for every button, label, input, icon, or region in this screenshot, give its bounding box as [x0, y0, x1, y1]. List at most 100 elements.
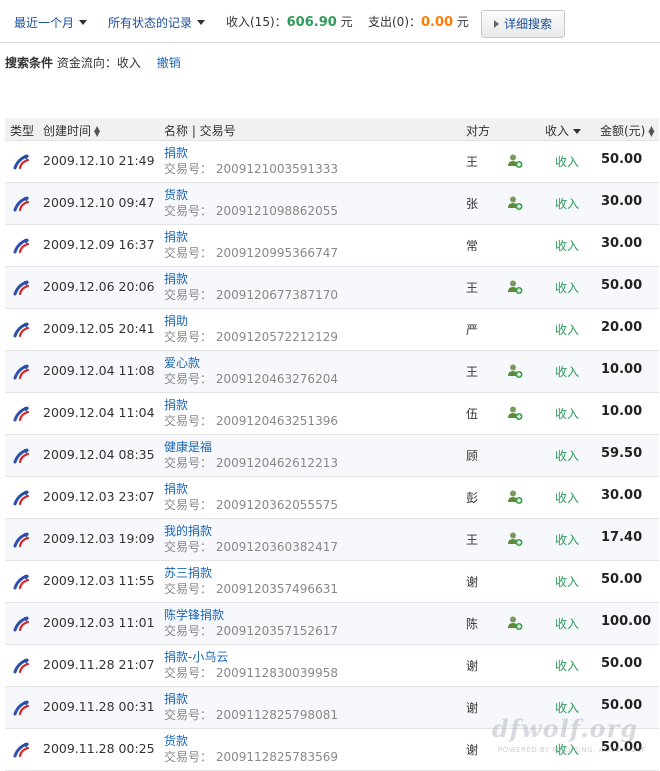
income-type-link[interactable]: 收入 [555, 237, 579, 254]
income-type-link[interactable]: 收入 [555, 447, 579, 464]
add-contact-icon[interactable] [507, 363, 523, 379]
transaction-number: 交易号： 2009120677387170 [164, 288, 338, 302]
add-contact-icon[interactable] [507, 405, 523, 421]
created-time: 2009.12.09 16:37 [43, 237, 155, 252]
amount-value: 50.00 [601, 278, 643, 293]
table-row: 2009.12.09 16:37 捐款 交易号： 2009120995366747 常… [5, 225, 659, 267]
header-income-label: 收入 [545, 124, 570, 138]
watermark: dfwolf.org [491, 714, 638, 743]
amount-value: 50.00 [601, 152, 643, 167]
counterparty-name: 王 [466, 365, 479, 379]
income-type-link[interactable]: 收入 [555, 405, 579, 422]
transaction-name-link[interactable]: 捐助 [164, 314, 338, 329]
alipay-transfer-icon [12, 363, 32, 381]
transaction-name-link[interactable]: 捐款 [164, 146, 338, 161]
created-time: 2009.11.28 21:07 [43, 657, 155, 672]
transaction-name-link[interactable]: 货款 [164, 188, 338, 203]
conditions-flow: 资金流向：收入 [56, 56, 141, 70]
transaction-name-link[interactable]: 捐款 [164, 272, 338, 287]
name-cell: 苏三捐款 交易号： 2009120357496631 [164, 566, 338, 597]
income-type-link[interactable]: 收入 [555, 615, 579, 632]
amount-value: 10.00 [601, 362, 643, 377]
income-type-link[interactable]: 收入 [555, 657, 579, 674]
created-time: 2009.12.06 20:06 [43, 279, 155, 294]
transaction-number: 交易号： 2009112825783569 [164, 750, 338, 764]
add-contact-icon[interactable] [507, 615, 523, 631]
add-contact-icon[interactable] [507, 531, 523, 547]
income-type-link[interactable]: 收入 [555, 279, 579, 296]
table-row: 2009.12.04 08:35 健康是福 交易号： 200912046261221… [5, 435, 659, 477]
transaction-list: 2009.12.10 21:49 捐款 交易号： 2009121003591333 王… [5, 141, 659, 771]
add-contact-icon[interactable] [507, 195, 523, 211]
transaction-name-link[interactable]: 陈学锋捐款 [164, 608, 338, 623]
transaction-name-link[interactable]: 货款 [164, 734, 338, 749]
header-created[interactable]: 创建时间 ▲ ▼ [43, 122, 100, 139]
header-amount-label: 金额(元) [600, 124, 646, 138]
table-row: 2009.12.03 19:09 我的捐款 交易号： 200912036038241… [5, 519, 659, 561]
period-label: 最近一个月 [14, 16, 75, 30]
table-row: 2009.12.06 20:06 捐款 交易号： 2009120677387170 王… [5, 267, 659, 309]
header-amount[interactable]: 金额(元) ▲ ▼ [600, 122, 655, 139]
income-label: 收入(15)： [226, 15, 287, 29]
counterparty-name: 顾 [466, 449, 479, 463]
add-contact-icon[interactable] [507, 489, 523, 505]
alipay-transfer-icon [12, 237, 32, 255]
income-type-link[interactable]: 收入 [555, 195, 579, 212]
transaction-name-link[interactable]: 我的捐款 [164, 524, 338, 539]
counterparty-name: 谢 [466, 659, 479, 673]
counterparty-name: 谢 [466, 701, 479, 715]
alipay-transfer-icon [12, 489, 32, 507]
transaction-name-link[interactable]: 爱心款 [164, 356, 338, 371]
name-cell: 捐款 交易号： 2009120995366747 [164, 230, 338, 261]
transaction-name-link[interactable]: 捐款 [164, 398, 338, 413]
counterparty-name: 常 [466, 239, 479, 253]
created-time: 2009.12.10 09:47 [43, 195, 155, 210]
table-row: 2009.12.10 21:49 捐款 交易号： 2009121003591333 王… [5, 141, 659, 183]
amount-value: 59.50 [601, 446, 643, 461]
counterparty-name: 彭 [466, 491, 479, 505]
header-income-filter[interactable]: 收入 [545, 122, 582, 139]
income-type-link[interactable]: 收入 [555, 153, 579, 170]
income-type-link[interactable]: 收入 [555, 321, 579, 338]
transaction-name-link[interactable]: 捐款 [164, 230, 338, 245]
name-cell: 陈学锋捐款 交易号： 2009120357152617 [164, 608, 338, 639]
created-time: 2009.11.28 00:31 [43, 699, 155, 714]
period-dropdown[interactable]: 最近一个月 [14, 14, 88, 31]
status-dropdown[interactable]: 所有状态的记录 [108, 14, 206, 31]
detail-search-button[interactable]: 详细搜索 [481, 10, 565, 38]
transaction-number: 交易号： 2009120463276204 [164, 372, 338, 386]
income-type-link[interactable]: 收入 [555, 489, 579, 506]
counterparty-name: 王 [466, 155, 479, 169]
transaction-name-link[interactable]: 捐款-小乌云 [164, 650, 338, 665]
transaction-name-link[interactable]: 捐款 [164, 482, 338, 497]
expense-summary: 支出(0)：0.00 元 [368, 13, 469, 30]
transaction-name-link[interactable]: 健康是福 [164, 440, 338, 455]
name-cell: 健康是福 交易号： 2009120462612213 [164, 440, 338, 471]
name-cell: 货款 交易号： 2009121098862055 [164, 188, 338, 219]
undo-link[interactable]: 撤销 [157, 56, 181, 70]
transaction-name-link[interactable]: 苏三捐款 [164, 566, 338, 581]
table-row: 2009.12.10 09:47 货款 交易号： 2009121098862055 张… [5, 183, 659, 225]
counterparty-name: 张 [466, 197, 479, 211]
income-type-link[interactable]: 收入 [555, 573, 579, 590]
transaction-number: 交易号： 2009112825798081 [164, 708, 338, 722]
income-amount: 606.90 [286, 15, 337, 30]
transaction-number: 交易号： 2009112830039958 [164, 666, 338, 680]
name-cell: 货款 交易号： 2009112825783569 [164, 734, 338, 765]
add-contact-icon[interactable] [507, 279, 523, 295]
income-type-link[interactable]: 收入 [555, 531, 579, 548]
transaction-name-link[interactable]: 捐款 [164, 692, 338, 707]
expense-unit: 元 [456, 15, 469, 29]
chevron-down-icon [573, 129, 582, 134]
name-cell: 捐助 交易号： 2009120572212129 [164, 314, 338, 345]
table-row: 2009.12.04 11:04 捐款 交易号： 2009120463251396 伍… [5, 393, 659, 435]
chevron-down-icon [79, 20, 88, 25]
income-type-link[interactable]: 收入 [555, 363, 579, 380]
add-contact-icon[interactable] [507, 153, 523, 169]
header-type: 类型 [10, 124, 35, 138]
name-cell: 我的捐款 交易号： 2009120360382417 [164, 524, 338, 555]
name-cell: 捐款 交易号： 2009121003591333 [164, 146, 338, 177]
transaction-number: 交易号： 2009121098862055 [164, 204, 338, 218]
income-unit: 元 [340, 15, 353, 29]
alipay-transfer-icon [12, 531, 32, 549]
